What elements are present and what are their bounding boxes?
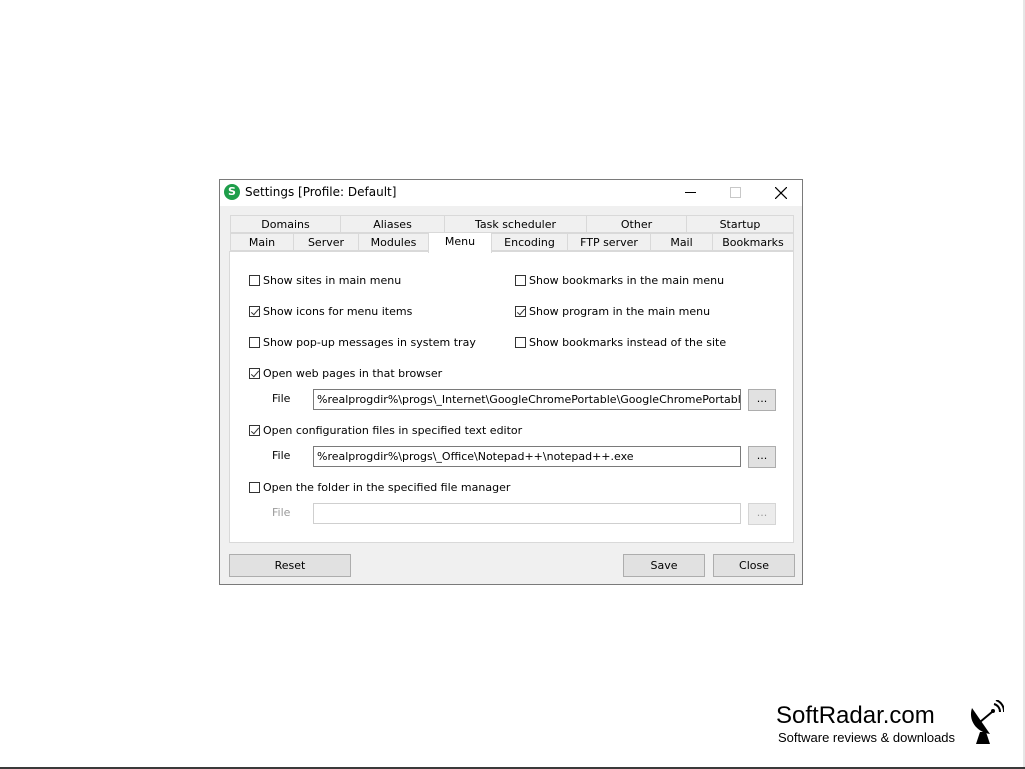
- softradar-watermark: SoftRadar.com Software reviews & downloa…: [776, 702, 955, 745]
- checkbox-box[interactable]: [249, 482, 260, 493]
- reset-button[interactable]: Reset: [229, 554, 351, 577]
- tab-other[interactable]: Other: [586, 215, 687, 233]
- browser-file-label: File: [272, 392, 291, 405]
- maximize-icon: [730, 187, 741, 198]
- tab-ftp-server[interactable]: FTP server: [567, 233, 651, 251]
- title-bar[interactable]: S Settings [Profile: Default]: [220, 180, 802, 206]
- manager-file-label: File: [272, 506, 291, 519]
- open-web-label: Open web pages in that browser: [263, 367, 443, 380]
- close-icon: [775, 187, 787, 199]
- show-icons-label: Show icons for menu items: [263, 305, 413, 318]
- show-program-label: Show program in the main menu: [529, 305, 711, 318]
- checkbox-box[interactable]: [249, 368, 260, 379]
- editor-browse-button[interactable]: ...: [748, 446, 776, 468]
- tab-server[interactable]: Server: [293, 233, 359, 251]
- manager-file-input: [313, 503, 741, 524]
- checkbox-box[interactable]: [515, 337, 526, 348]
- tab-startup[interactable]: Startup: [686, 215, 794, 233]
- checkbox-box[interactable]: [249, 275, 260, 286]
- editor-file-label: File: [272, 449, 291, 462]
- satellite-dish-icon: [970, 700, 1004, 744]
- show-sites-label: Show sites in main menu: [263, 274, 402, 287]
- tab-bookmarks[interactable]: Bookmarks: [712, 233, 794, 251]
- tab-menu[interactable]: Menu: [428, 232, 492, 253]
- manager-browse-button: ...: [748, 503, 776, 525]
- editor-file-input[interactable]: %realprogdir%\progs\_Office\Notepad++\no…: [313, 446, 741, 467]
- show-popups-label: Show pop-up messages in system tray: [263, 336, 476, 349]
- show-popups-checkbox[interactable]: Show pop-up messages in system tray: [249, 336, 476, 349]
- maximize-button: [713, 180, 758, 206]
- show-bookmarks-main-checkbox[interactable]: Show bookmarks in the main menu: [515, 274, 724, 287]
- open-web-checkbox[interactable]: Open web pages in that browser: [249, 367, 442, 380]
- window-title: Settings [Profile: Default]: [245, 185, 397, 199]
- watermark-tagline: Software reviews & downloads: [778, 730, 956, 745]
- menu-settings-panel: Show sites in main menu Show bookmarks i…: [229, 251, 794, 543]
- checkbox-box[interactable]: [515, 306, 526, 317]
- tab-aliases[interactable]: Aliases: [340, 215, 445, 233]
- open-config-label: Open configuration files in specified te…: [263, 424, 523, 437]
- open-folder-checkbox[interactable]: Open the folder in the specified file ma…: [249, 481, 510, 494]
- checkbox-box[interactable]: [515, 275, 526, 286]
- tab-main[interactable]: Main: [230, 233, 294, 251]
- app-icon: S: [224, 184, 240, 200]
- show-program-checkbox[interactable]: Show program in the main menu: [515, 305, 710, 318]
- settings-dialog: S Settings [Profile: Default] Domains Al…: [219, 179, 803, 585]
- browser-file-input[interactable]: %realprogdir%\progs\_Internet\GoogleChro…: [313, 389, 741, 410]
- open-folder-label: Open the folder in the specified file ma…: [263, 481, 511, 494]
- watermark-name: SoftRadar.com: [776, 702, 935, 729]
- checkbox-box[interactable]: [249, 306, 260, 317]
- show-sites-checkbox[interactable]: Show sites in main menu: [249, 274, 401, 287]
- minimize-button[interactable]: [668, 180, 713, 206]
- save-button[interactable]: Save: [623, 554, 705, 577]
- show-icons-checkbox[interactable]: Show icons for menu items: [249, 305, 412, 318]
- checkbox-box[interactable]: [249, 425, 260, 436]
- browser-browse-button[interactable]: ...: [748, 389, 776, 411]
- close-window-button[interactable]: [758, 180, 803, 206]
- show-bookmarks-instead-checkbox[interactable]: Show bookmarks instead of the site: [515, 336, 726, 349]
- open-config-checkbox[interactable]: Open configuration files in specified te…: [249, 424, 522, 437]
- tab-domains[interactable]: Domains: [230, 215, 341, 233]
- tab-modules[interactable]: Modules: [358, 233, 429, 251]
- minimize-icon: [685, 192, 696, 193]
- tab-task-scheduler[interactable]: Task scheduler: [444, 215, 587, 233]
- tab-encoding[interactable]: Encoding: [491, 233, 568, 251]
- show-bookmarks-instead-label: Show bookmarks instead of the site: [529, 336, 727, 349]
- checkbox-box[interactable]: [249, 337, 260, 348]
- tab-mail[interactable]: Mail: [650, 233, 713, 251]
- show-bookmarks-main-label: Show bookmarks in the main menu: [529, 274, 725, 287]
- close-button[interactable]: Close: [713, 554, 795, 577]
